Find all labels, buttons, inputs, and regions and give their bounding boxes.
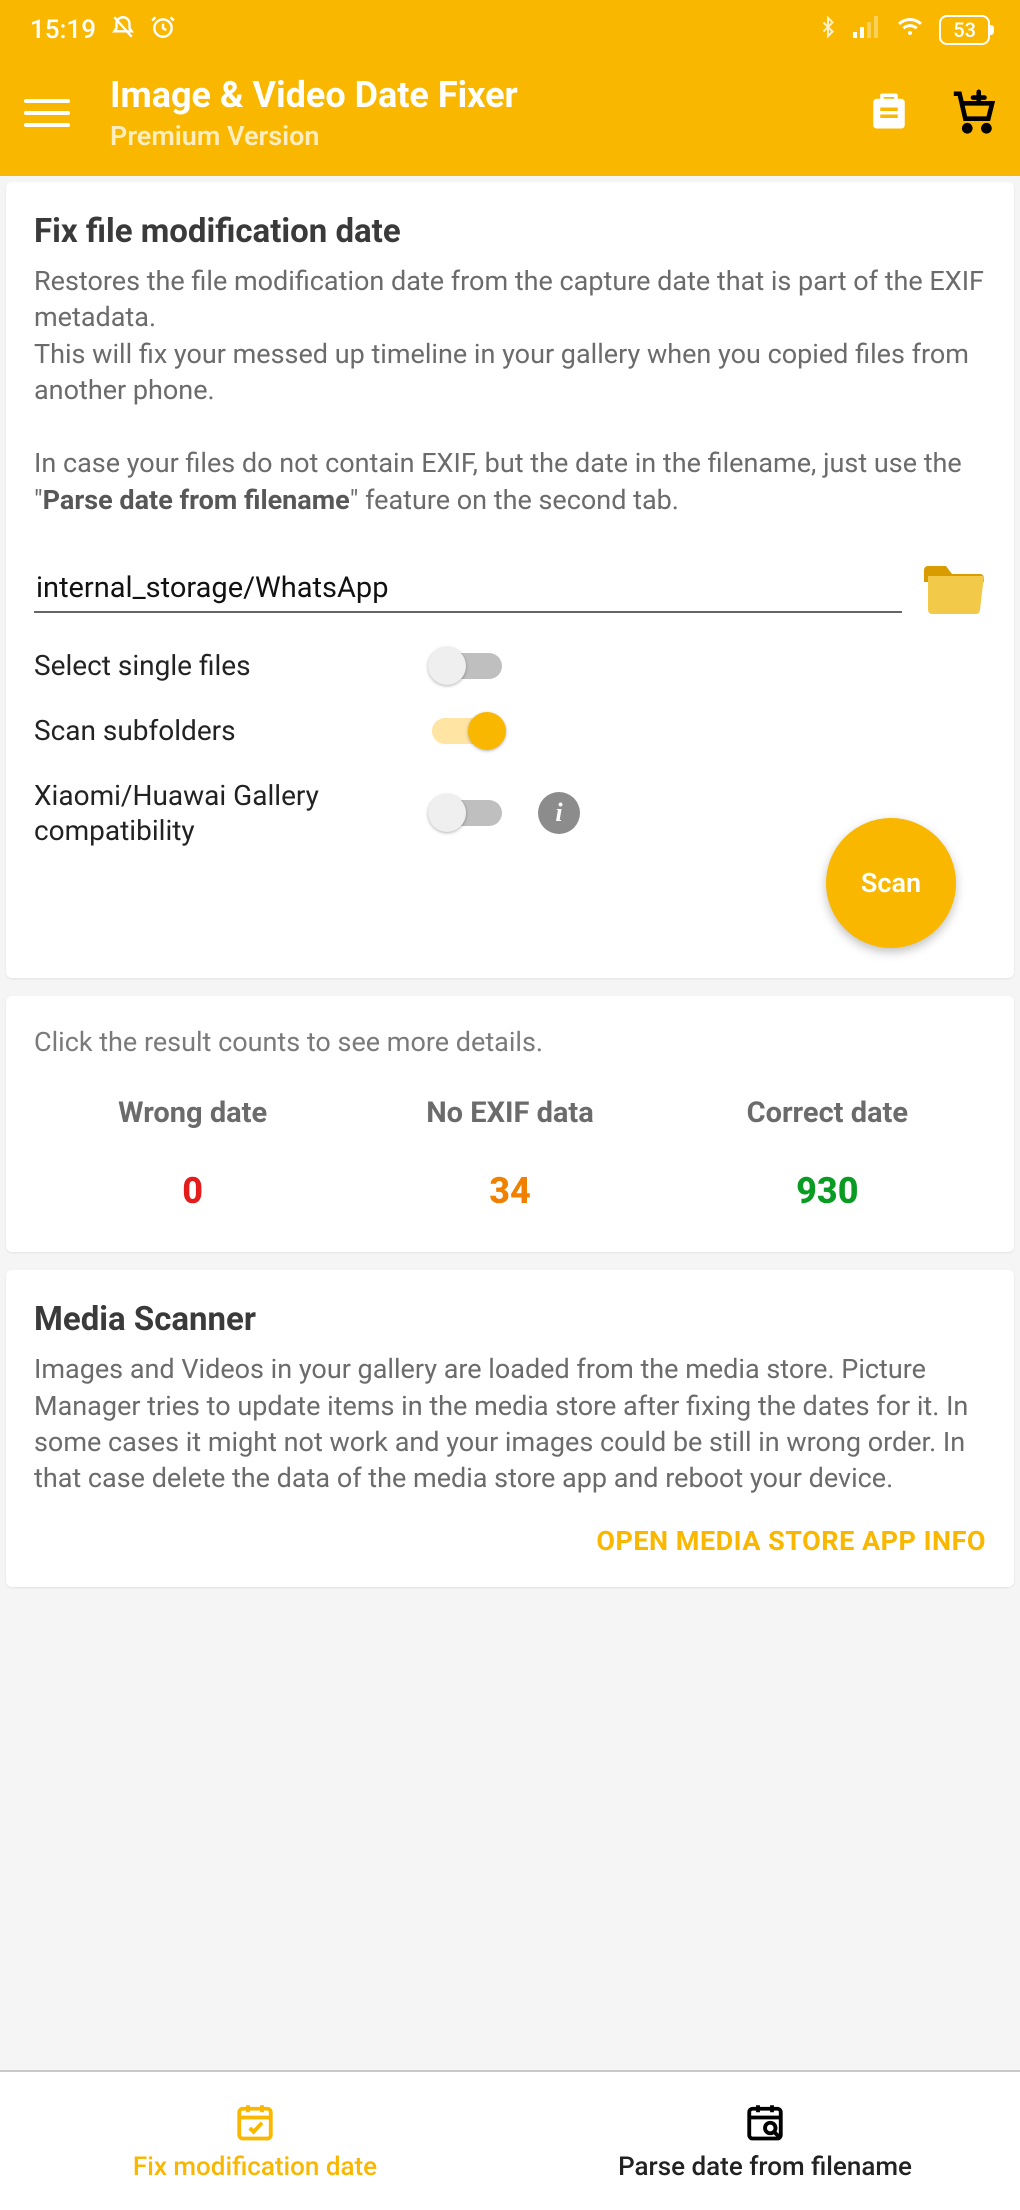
no-exif-count: 34 bbox=[351, 1170, 668, 1212]
wifi-icon bbox=[895, 15, 925, 46]
app-title: Image & Video Date Fixer bbox=[110, 74, 828, 116]
wrong-date-count: 0 bbox=[34, 1170, 351, 1212]
menu-button[interactable] bbox=[24, 99, 70, 127]
app-subtitle: Premium Version bbox=[110, 120, 828, 152]
tab-fix-modification-date[interactable]: Fix modification date bbox=[0, 2072, 510, 2210]
select-single-files-label: Select single files bbox=[34, 648, 424, 683]
tab-label: Parse date from filename bbox=[618, 2152, 912, 2182]
status-time: 15:19 bbox=[30, 15, 96, 45]
clipboard-icon[interactable] bbox=[868, 88, 910, 138]
bluetooth-icon bbox=[817, 14, 839, 47]
correct-date-count: 930 bbox=[669, 1170, 986, 1212]
battery-indicator: 53 bbox=[939, 15, 990, 45]
wrong-date-column[interactable]: Wrong date 0 bbox=[34, 1096, 351, 1212]
no-exif-column[interactable]: No EXIF data 34 bbox=[351, 1096, 668, 1212]
correct-date-column[interactable]: Correct date 930 bbox=[669, 1096, 986, 1212]
tab-parse-from-filename[interactable]: Parse date from filename bbox=[510, 2072, 1020, 2210]
correct-date-label: Correct date bbox=[669, 1096, 986, 1130]
wrong-date-label: Wrong date bbox=[34, 1096, 351, 1130]
scan-subfolders-toggle[interactable] bbox=[432, 718, 502, 744]
select-single-files-toggle[interactable] bbox=[432, 653, 502, 679]
folder-icon[interactable] bbox=[922, 562, 986, 618]
tab-label: Fix modification date bbox=[133, 2152, 377, 2182]
status-bar: 15:19 53 bbox=[0, 0, 1020, 60]
gallery-compat-label: Xiaomi/Huawai Gallery compatibility bbox=[34, 778, 424, 848]
card-description: Restores the file modification date from… bbox=[34, 263, 986, 518]
media-scanner-title: Media Scanner bbox=[34, 1300, 986, 1339]
no-exif-label: No EXIF data bbox=[351, 1096, 668, 1130]
dnd-icon bbox=[110, 14, 136, 47]
scan-subfolders-label: Scan subfolders bbox=[34, 713, 424, 748]
bottom-nav: Fix modification date Parse date from fi… bbox=[0, 2070, 1020, 2210]
results-hint: Click the result counts to see more deta… bbox=[34, 1026, 986, 1058]
results-card: Click the result counts to see more deta… bbox=[6, 996, 1014, 1252]
media-scanner-card: Media Scanner Images and Videos in your … bbox=[6, 1270, 1014, 1587]
scan-button[interactable]: Scan bbox=[826, 818, 956, 948]
fix-date-card: Fix file modification date Restores the … bbox=[6, 182, 1014, 978]
info-icon[interactable]: i bbox=[538, 792, 580, 834]
app-bar: Image & Video Date Fixer Premium Version bbox=[0, 60, 1020, 176]
folder-path-input[interactable] bbox=[34, 567, 902, 613]
card-title: Fix file modification date bbox=[34, 212, 986, 251]
gallery-compat-toggle[interactable] bbox=[432, 800, 502, 826]
open-media-store-button[interactable]: OPEN MEDIA STORE APP INFO bbox=[34, 1525, 986, 1557]
signal-icon bbox=[853, 15, 881, 45]
media-scanner-desc: Images and Videos in your gallery are lo… bbox=[34, 1351, 986, 1497]
cart-add-icon[interactable] bbox=[950, 88, 996, 138]
alarm-icon bbox=[150, 14, 176, 47]
